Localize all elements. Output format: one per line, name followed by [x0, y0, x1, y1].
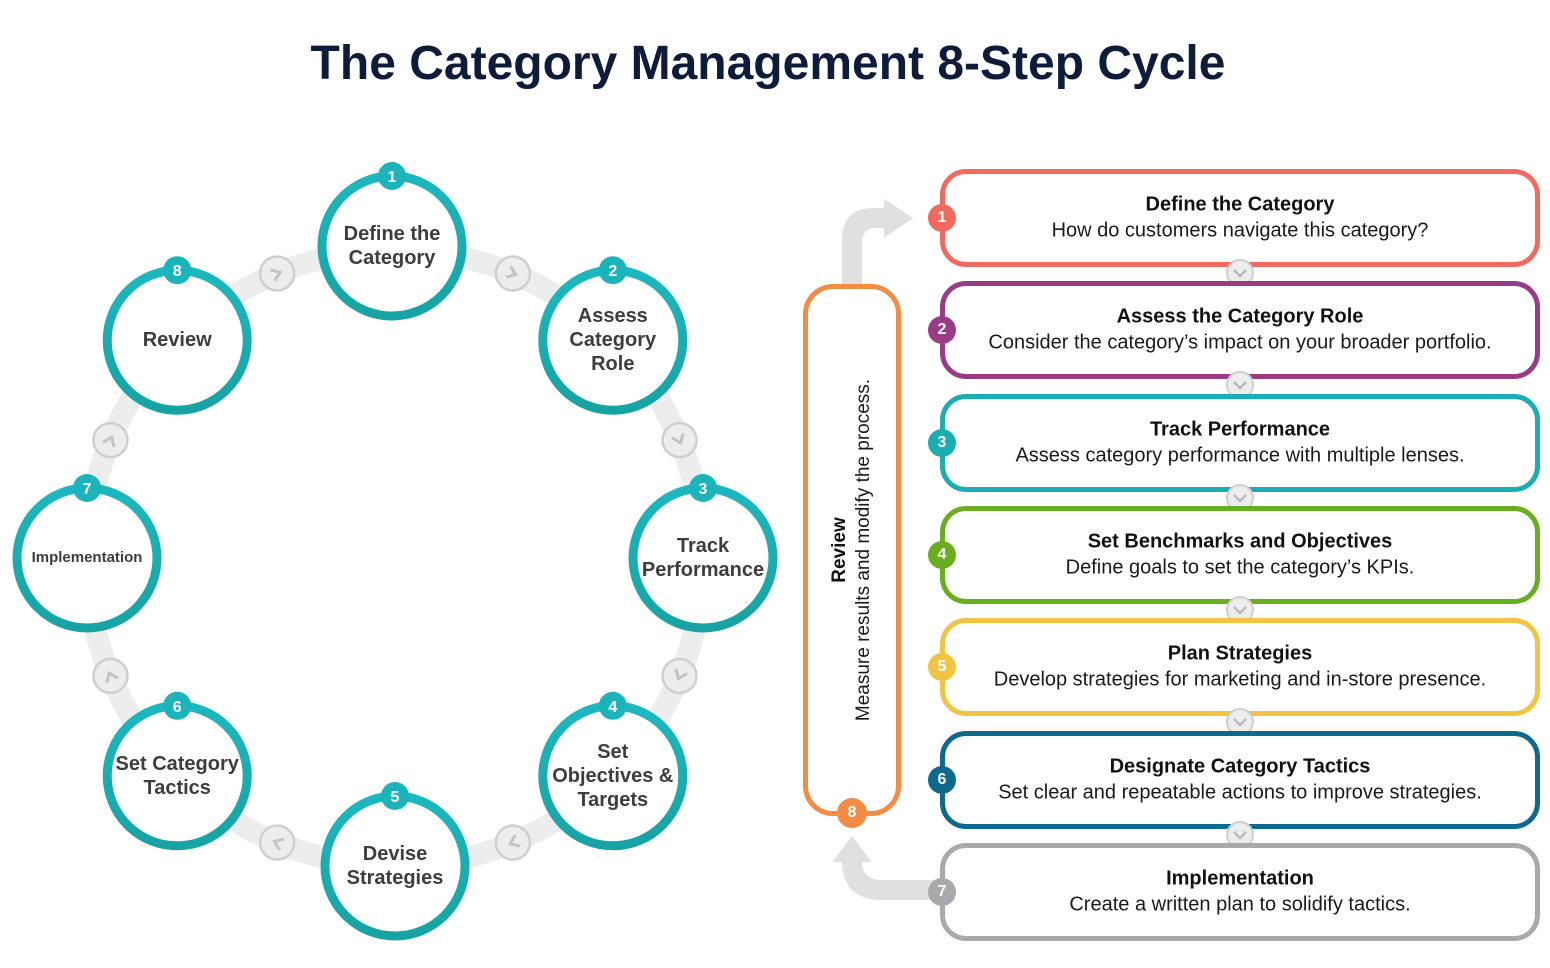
cycle-step-number: 3	[699, 481, 708, 498]
step-description: How do customers navigate this category?	[1051, 219, 1429, 242]
cycle-step-number: 2	[608, 263, 617, 280]
step-description: Consider the category’s impact on your b…	[988, 331, 1492, 354]
chevron-icon	[258, 255, 296, 292]
arrow-review-to-step1-icon	[842, 199, 913, 284]
cycle-step-number: 8	[173, 263, 182, 280]
cycle-step-number: 1	[388, 169, 397, 186]
review-description: Measure results and modify the process.	[853, 378, 874, 722]
chevron-icon	[92, 657, 129, 695]
cycle-step-number: 5	[391, 789, 400, 806]
cycle-step-label: Define the Category	[343, 223, 441, 269]
step-text: Plan Strategies Develop strategies for ma…	[945, 642, 1535, 693]
review-title: Review	[829, 517, 850, 583]
chevron-icon	[92, 421, 129, 459]
review-number-badge: 8	[837, 798, 867, 828]
chevron-icon	[661, 657, 698, 695]
step-title: Plan Strategies	[1167, 642, 1313, 665]
step-title: Define the Category	[1145, 193, 1335, 216]
step-description: Define goals to set the category’s KPIs.	[1065, 556, 1415, 579]
step-box-1: 1 Define the Category How do customers nav…	[928, 169, 1540, 267]
step-box-3: 3 Track Performance Assess category perfor…	[928, 393, 1540, 492]
review-box: Review Measure results and modify the pr…	[803, 284, 901, 828]
arrow-step7-to-review-icon	[832, 836, 940, 900]
step-description: Develop strategies for marketing and in-…	[993, 668, 1487, 691]
review-text: Review Measure results and modify the pr…	[828, 300, 876, 800]
step-box-5: 5 Plan Strategies Develop strategies for m…	[928, 618, 1540, 717]
step-box-7: 7 Implementation Create a written plan to …	[928, 842, 1540, 941]
step-text: Assess the Category Role Consider the cat…	[945, 305, 1535, 356]
chevron-icon	[258, 824, 296, 861]
step-text: Define the Category How do customers navi…	[945, 193, 1535, 244]
step-box-4: 4 Set Benchmarks and Objectives Define goa…	[928, 505, 1540, 604]
step-title: Implementation	[1166, 867, 1314, 890]
cycle-step-label: Review	[142, 329, 212, 352]
chevron-icon	[494, 255, 532, 292]
step-text: Designate Category Tactics Set clear and …	[945, 754, 1535, 805]
step-description: Create a written plan to solidify tactic…	[1069, 893, 1411, 916]
step-description: Assess category performance with multipl…	[1015, 444, 1465, 467]
step-title: Set Benchmarks and Objectives	[1087, 530, 1393, 553]
chevron-icon	[661, 421, 698, 459]
cycle-step-label: Implementation	[31, 549, 143, 566]
cycle-step-label: Set Objectives & Targets	[552, 740, 674, 811]
step-text: Track Performance Assess category perform…	[945, 417, 1535, 468]
step-box-2: 2 Assess the Category Role Consider the ca…	[928, 281, 1540, 380]
cycle-step-number: 7	[83, 481, 92, 498]
step-text: Set Benchmarks and Objectives Define goal…	[945, 529, 1535, 580]
cycle-step-number: 4	[608, 699, 617, 716]
chevron-icon	[494, 824, 532, 861]
cycle-step-label: Set Category Tactics	[115, 752, 239, 799]
cycle-step-label: Devise Strategies	[346, 843, 444, 889]
step-title: Designate Category Tactics	[1109, 755, 1371, 777]
step-box-6: 6 Designate Category Tactics Set clear and…	[928, 730, 1540, 829]
step-title: Assess the Category Role	[1116, 305, 1364, 328]
step-description: Set clear and repeatable actions to impr…	[998, 781, 1482, 803]
cycle-step-label: Track Performance	[641, 535, 765, 581]
step-text: Implementation Create a written plan to s…	[945, 866, 1535, 917]
step-title: Track Performance	[1149, 418, 1331, 441]
cycle-step-number: 6	[173, 699, 182, 716]
cycle-step-label: Assess Category Role	[569, 305, 657, 376]
